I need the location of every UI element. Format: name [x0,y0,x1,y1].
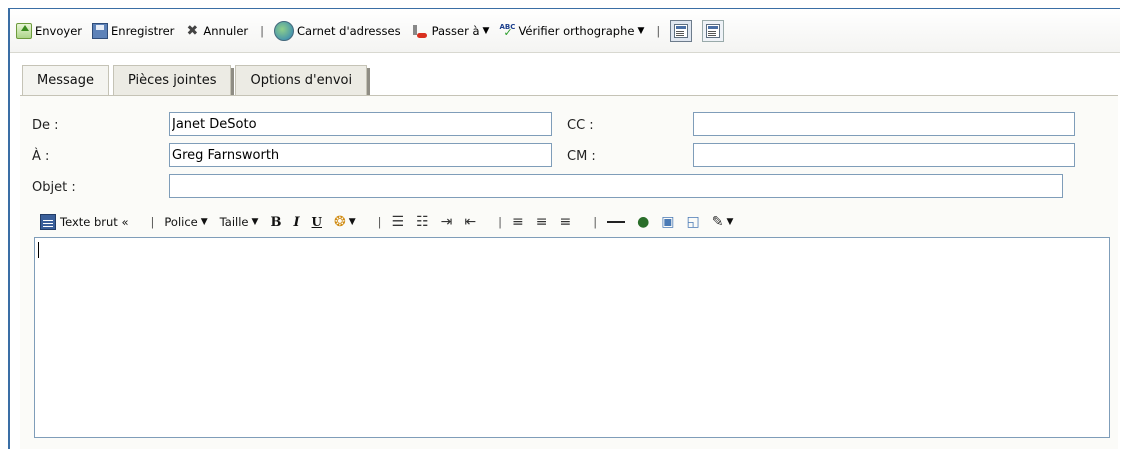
bcc-label: CM : [567,149,596,164]
goto-label: Passer à [431,23,480,38]
chevron-down-icon: ▼ [637,25,645,36]
insert-object-icon[interactable]: ◱ [687,214,700,230]
spellcheck-icon: ABC [499,23,515,39]
spellcheck-button[interactable]: ABC Vérifier orthographe ▼ [499,23,644,39]
italic-button[interactable]: I [293,215,299,230]
align-center-icon[interactable]: ≡ [536,214,548,230]
toolbar-separator: | [593,215,598,229]
message-body-editor[interactable] [34,237,1110,438]
from-label: De : [32,118,59,133]
font-label: Police [164,215,198,229]
send-label: Envoyer [35,23,83,38]
main-toolbar: Envoyer Enregistrer ✖ Annuler | Carnet d… [10,9,1120,53]
cc-label: CC : [567,118,594,133]
font-dropdown[interactable]: Police ▼ [164,215,207,229]
text-cursor [38,242,39,258]
subject-label: Objet : [32,180,76,195]
cancel-icon: ✖ [186,22,199,39]
chevron-down-icon: ▼ [251,217,259,227]
cancel-label: Annuler [203,23,249,38]
signature-icon: ✎ [711,214,724,230]
address-book-label: Carnet d'adresses [297,23,401,38]
layout-view-button-2[interactable] [702,19,725,42]
chevron-down-icon: ▼ [200,217,208,227]
to-field[interactable] [169,143,552,167]
plain-text-button[interactable]: Texte brut « [40,214,129,230]
more-options-button[interactable]: ✎ ▼ [712,214,734,230]
save-icon [92,22,109,39]
subject-field[interactable] [169,174,1063,198]
horizontal-rule-icon [607,221,626,223]
tab-send-options[interactable]: Options d'envoi [235,65,370,96]
toolbar-separator: | [656,23,661,38]
color-palette-icon: ❂ [334,214,346,230]
size-label: Taille [219,215,249,229]
align-left-icon[interactable]: ≡ [512,214,524,230]
tab-message[interactable]: Message [22,65,109,95]
horizontal-rule-button[interactable] [607,221,626,223]
plain-text-label: Texte brut « [60,215,129,229]
cc-field[interactable] [693,112,1075,136]
underline-button[interactable]: U [312,215,322,229]
layout-view-icon [670,19,693,42]
send-icon [16,22,32,39]
address-book-button[interactable]: Carnet d'adresses [274,20,401,41]
to-label: À : [32,149,50,164]
size-dropdown[interactable]: Taille ▼ [220,215,259,229]
indent-icon[interactable]: ⇥ [441,214,453,230]
toolbar-separator: | [260,23,265,38]
bulleted-list-icon[interactable]: ☷ [416,214,429,230]
send-button[interactable]: Envoyer [16,22,83,39]
chevron-down-icon: ▼ [482,25,490,36]
goto-button[interactable]: Passer à ▼ [411,23,490,39]
toolbar-separator: | [150,215,155,229]
from-field[interactable] [169,112,552,136]
outdent-icon[interactable]: ⇤ [464,214,476,230]
goto-icon [411,23,429,39]
compose-tabs: Message Pièces jointes Options d'envoi [22,65,371,96]
editor-toolbar: Texte brut « | Police ▼ Taille ▼ B I U ❂… [40,210,745,234]
plain-text-icon [40,214,56,230]
save-label: Enregistrer [111,23,175,38]
align-right-icon[interactable]: ≡ [559,214,571,230]
chevron-down-icon: ▼ [726,217,734,227]
chevron-down-icon: ▼ [348,217,356,227]
toolbar-separator: | [377,215,382,229]
bcc-field[interactable] [693,143,1075,167]
toolbar-separator: | [498,215,502,229]
bold-button[interactable]: B [270,215,281,230]
text-color-button[interactable]: ❂ ▼ [334,214,356,230]
cancel-button[interactable]: ✖ Annuler [184,22,249,39]
link-globe-icon[interactable]: ● [637,214,649,230]
layout-view-icon [702,19,725,42]
spellcheck-label: Vérifier orthographe [518,23,635,38]
numbered-list-icon[interactable]: ☰ [392,214,405,230]
save-button[interactable]: Enregistrer [92,22,175,39]
address-book-icon [274,20,295,41]
insert-image-icon[interactable]: ▣ [661,214,674,230]
tab-attachments[interactable]: Pièces jointes [112,65,234,96]
layout-view-button-1[interactable] [670,19,693,42]
